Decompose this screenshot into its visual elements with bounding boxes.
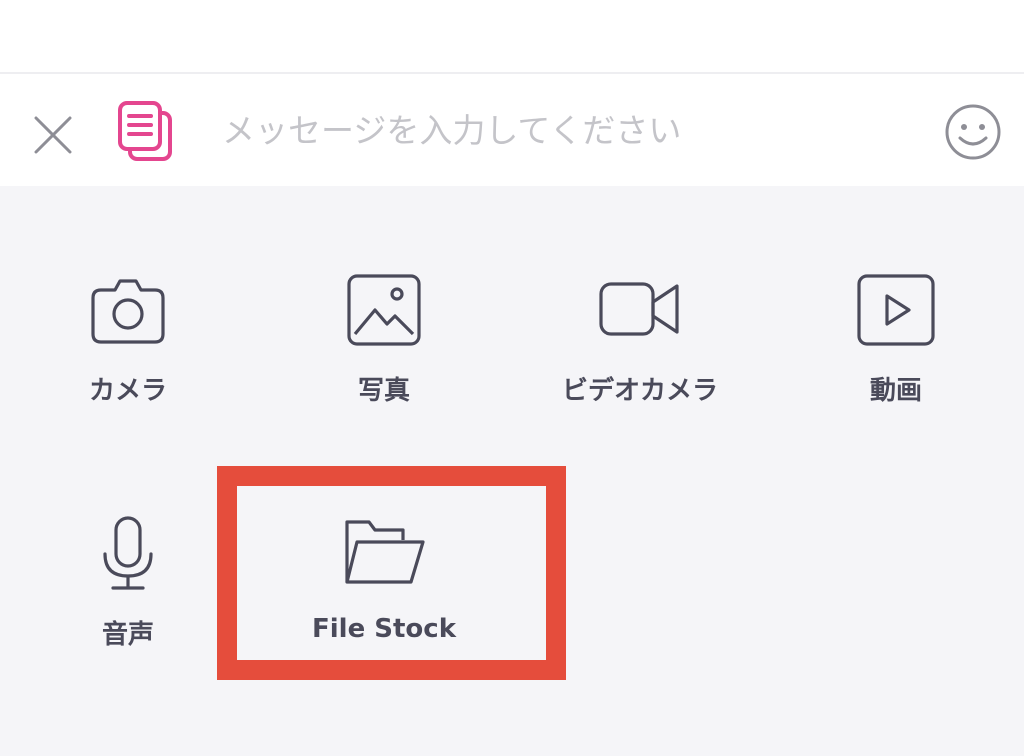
- camera-icon: [91, 279, 165, 344]
- microphone-icon: [103, 516, 153, 590]
- text-stock-button[interactable]: [108, 97, 178, 167]
- photo-icon: [347, 274, 421, 346]
- status-area: [0, 0, 1024, 72]
- stack-document-icon: [118, 101, 172, 161]
- menu-label: 動画: [869, 376, 922, 406]
- message-composer: [0, 74, 1024, 186]
- play-video-icon: [857, 274, 935, 346]
- menu-item-voice[interactable]: 音声: [28, 512, 228, 692]
- menu-label: カメラ: [88, 376, 167, 406]
- close-button[interactable]: [24, 106, 84, 166]
- menu-item-file-stock[interactable]: File Stock: [284, 512, 484, 692]
- close-icon: [34, 116, 72, 154]
- menu-label: 音声: [101, 620, 154, 650]
- menu-item-camera[interactable]: カメラ: [28, 268, 228, 448]
- folder-open-icon: [345, 520, 425, 584]
- menu-item-video-camera[interactable]: ビデオカメラ: [540, 268, 740, 448]
- menu-label: ビデオカメラ: [561, 376, 718, 406]
- menu-label: File Stock: [312, 614, 456, 644]
- menu-label: 写真: [357, 376, 410, 406]
- smiley-icon: [945, 104, 1001, 160]
- menu-item-photo[interactable]: 写真: [284, 268, 484, 448]
- message-input[interactable]: [214, 102, 930, 158]
- video-camera-icon: [599, 282, 679, 336]
- menu-item-video[interactable]: 動画: [796, 268, 996, 448]
- emoji-button[interactable]: [938, 98, 1008, 168]
